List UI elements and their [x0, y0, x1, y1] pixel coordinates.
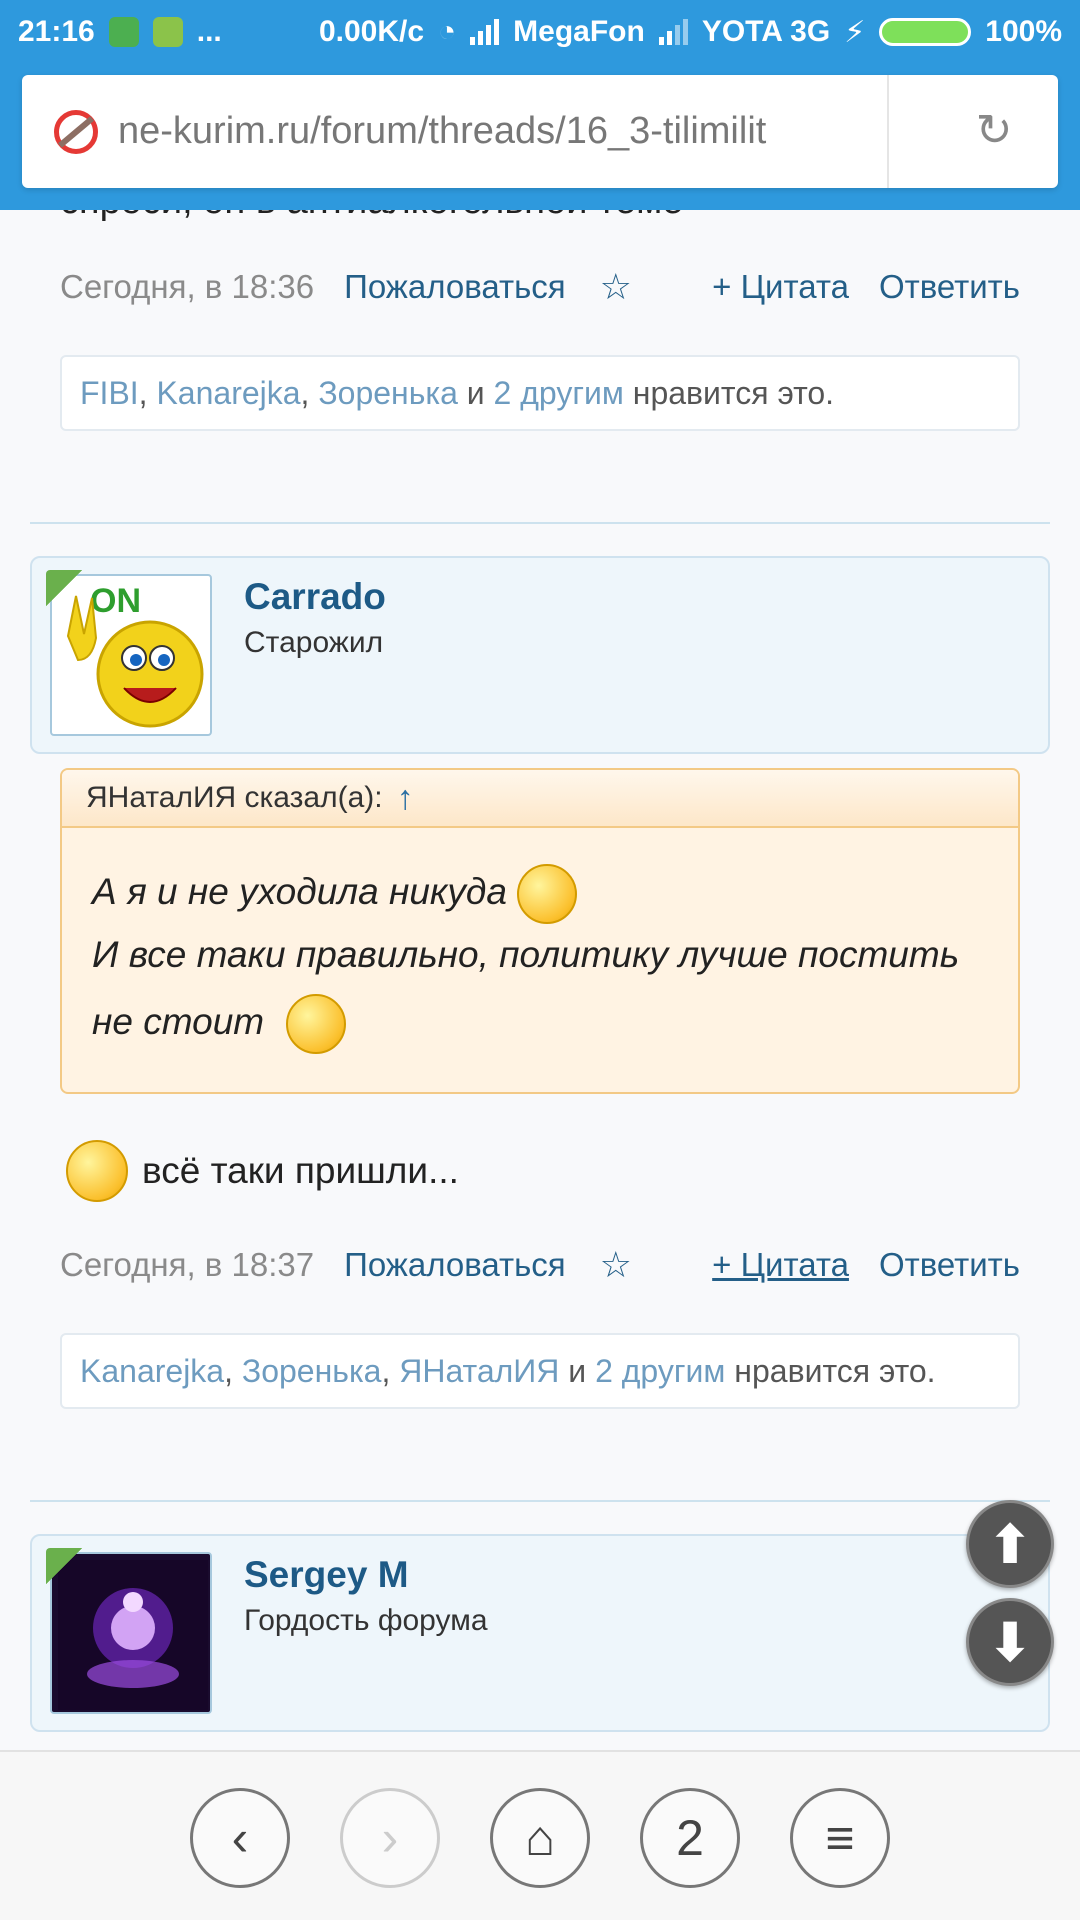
home-button[interactable]: ⌂	[490, 1788, 590, 1888]
author-name[interactable]: Carrado	[244, 576, 386, 618]
tabs-button[interactable]: 2	[640, 1788, 740, 1888]
post-divider	[30, 1500, 1050, 1502]
post-meta: Сегодня, в 18:36 Пожаловаться ☆ + Цитата…	[60, 262, 1020, 312]
status-right: 0.00K/c ◔ MegaFon YOTA 3G ⚡ 100%	[319, 15, 1062, 50]
user-info-box: ON Carrado Старожил	[30, 556, 1050, 754]
clock: 21:16	[18, 15, 95, 48]
url-divider	[887, 75, 889, 188]
scroll-bottom-button[interactable]: ⬇	[966, 1598, 1054, 1686]
battery-saver-icon	[152, 17, 183, 47]
likes-suffix: нравится это.	[734, 1352, 936, 1389]
wink-smiley-icon	[286, 994, 347, 1054]
online-indicator	[46, 1548, 82, 1584]
mask-smiley-icon	[517, 864, 578, 924]
chevron-left-icon: ‹	[231, 1810, 249, 1866]
quote-author: ЯНаталИЯ сказал(а):	[86, 781, 383, 814]
post-text-clipped: спроси, он в антиалкогольной теме	[60, 210, 683, 223]
wifi-icon: ◔	[438, 15, 457, 48]
quote-button[interactable]: + Цитата	[712, 1246, 849, 1284]
thread-content: спроси, он в антиалкогольной теме Сегодн…	[0, 210, 1080, 1750]
likes-summary: Kanarejka, Зоренька, ЯНаталИЯ и 2 другим…	[60, 1333, 1020, 1409]
post-actions: + Цитата Ответить	[712, 1246, 1020, 1284]
author-rank: Гордость форума	[244, 1604, 488, 1637]
browser-toolbar: ‹ › ⌂ 2 ≡	[0, 1750, 1080, 1920]
post-divider	[30, 522, 1050, 524]
home-icon: ⌂	[524, 1810, 556, 1866]
shield-icon	[108, 17, 139, 47]
like-user[interactable]: Зоренька	[242, 1353, 382, 1390]
svg-text:ON: ON	[90, 582, 141, 620]
signal-icon-2	[658, 19, 688, 45]
likes-summary: FIBI, Kanarejka, Зоренька и 2 другим нра…	[60, 355, 1020, 431]
status-bar: 21:16 ... 0.00K/c ◔ MegaFon YOTA 3G ⚡ 10…	[0, 0, 1080, 210]
carrier-1: MegaFon	[513, 15, 645, 48]
post-text: всё таки пришли...	[142, 1150, 459, 1191]
arrow-up-icon: ⬆	[987, 1514, 1033, 1575]
address-bar[interactable]: ne-kurim.ru/forum/threads/16_3-tilimilit…	[22, 75, 1058, 188]
quote-line: не стоит	[92, 1000, 265, 1042]
likes-and: и	[568, 1352, 587, 1389]
quote-header: ЯНаталИЯ сказал(а): ↑	[62, 770, 1018, 828]
back-button[interactable]: ‹	[190, 1788, 290, 1888]
report-link[interactable]: Пожаловаться	[344, 1246, 566, 1284]
battery-icon	[879, 18, 972, 46]
hamburger-menu-icon: ≡	[825, 1810, 855, 1866]
url-text[interactable]: ne-kurim.ru/forum/threads/16_3-tilimilit	[118, 110, 878, 153]
battery-level: 100%	[985, 15, 1062, 48]
status-row: 21:16 ... 0.00K/c ◔ MegaFon YOTA 3G ⚡ 10…	[18, 12, 1062, 52]
carrier-2: YOTA 3G	[701, 15, 831, 48]
status-left: 21:16 ...	[18, 15, 222, 49]
online-indicator	[46, 570, 82, 606]
scroll-top-button[interactable]: ⬆	[966, 1500, 1054, 1588]
quote-block: ЯНаталИЯ сказал(а): ↑ А я и не уходила н…	[60, 768, 1020, 1094]
quote-line: И все таки правильно, политику лучше пос…	[92, 934, 960, 975]
go-to-quote-icon[interactable]: ↑	[397, 779, 414, 818]
network-speed: 0.00K/c	[318, 15, 425, 48]
like-user[interactable]: ЯНаталИЯ	[399, 1353, 559, 1390]
quote-line: А я и не уходила никуда	[92, 870, 507, 912]
signal-icon	[470, 19, 500, 45]
like-user[interactable]: FIBI	[80, 375, 139, 412]
author-rank: Старожил	[244, 626, 384, 659]
chevron-right-icon: ›	[381, 1810, 399, 1866]
bookmark-star-icon[interactable]: ☆	[600, 266, 632, 308]
likes-others-link[interactable]: 2 другим	[595, 1353, 725, 1390]
author-name[interactable]: Sergey M	[244, 1554, 409, 1596]
like-user[interactable]: Kanarejka	[80, 1353, 224, 1390]
like-user[interactable]: Kanarejka	[156, 375, 300, 412]
tab-count: 2	[676, 1810, 704, 1866]
report-link[interactable]: Пожаловаться	[344, 268, 566, 306]
forward-button[interactable]: ›	[340, 1788, 440, 1888]
charging-icon: ⚡	[844, 15, 866, 49]
likes-suffix: нравится это.	[632, 374, 835, 411]
post-meta: Сегодня, в 18:37 Пожаловаться ☆ + Цитата…	[60, 1240, 1020, 1290]
menu-button[interactable]: ≡	[790, 1788, 890, 1888]
bookmark-star-icon[interactable]: ☆	[600, 1244, 632, 1286]
post-date[interactable]: Сегодня, в 18:37	[60, 1246, 314, 1284]
reply-button[interactable]: Ответить	[879, 268, 1020, 306]
like-user[interactable]: Зоренька	[318, 375, 458, 412]
site-favicon-icon	[54, 109, 98, 154]
quote-body: А я и не уходила никуда И все таки прави…	[62, 828, 1018, 1054]
reload-icon[interactable]: ↻	[972, 109, 1016, 153]
more-notifications-icon: ...	[196, 15, 222, 48]
post-message: всё таки пришли...	[66, 1140, 459, 1202]
shocked-smiley-icon	[66, 1140, 128, 1202]
reply-button[interactable]: Ответить	[879, 1246, 1020, 1284]
user-info-box: Sergey M Гордость форума	[30, 1534, 1050, 1732]
likes-and: и	[466, 374, 485, 411]
post-date[interactable]: Сегодня, в 18:36	[60, 268, 314, 306]
likes-others-link[interactable]: 2 другим	[494, 375, 624, 412]
arrow-down-icon: ⬇	[987, 1612, 1033, 1673]
quote-button[interactable]: + Цитата	[712, 268, 849, 306]
post-actions: + Цитата Ответить	[712, 268, 1020, 306]
